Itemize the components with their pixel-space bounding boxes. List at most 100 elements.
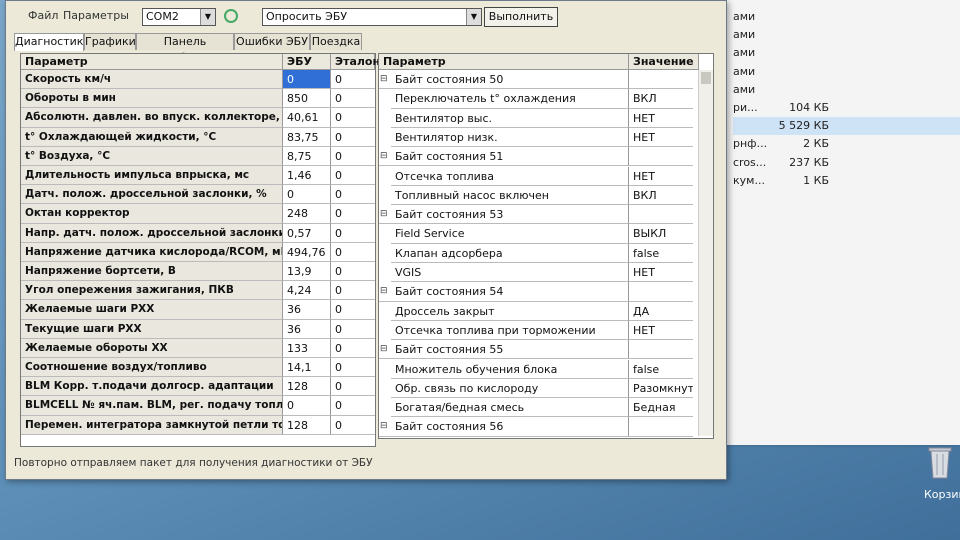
reference-value[interactable]: 0 (331, 89, 375, 109)
reference-value[interactable]: 0 (331, 319, 375, 339)
reference-value[interactable]: 0 (331, 262, 375, 282)
file-row[interactable]: ри... 104 КБ (733, 99, 960, 117)
table-row[interactable]: BLM Корр. т.подачи долгоср. адаптации 128… (21, 377, 375, 397)
file-row[interactable]: ами (733, 63, 960, 81)
file-row[interactable]: ами (733, 8, 960, 26)
ecu-value[interactable]: 0 (283, 396, 331, 416)
table-row[interactable]: t° Охлаждающей жидкости, °С 83,75 0 (21, 127, 375, 147)
scrollbar-thumb[interactable] (701, 72, 711, 84)
group-row[interactable]: ⊟ Байт состояния 53 (379, 205, 713, 225)
table-row[interactable]: Длительность импульса впрыска, мс 1,46 0 (21, 166, 375, 186)
column-header-param[interactable]: Параметр (21, 54, 283, 70)
menu-file[interactable]: Файл (28, 9, 58, 22)
recycle-bin-icon[interactable] (928, 445, 952, 479)
reference-value[interactable]: 0 (331, 281, 375, 301)
table-row[interactable]: Обороты в мин 850 0 (21, 89, 375, 109)
group-row[interactable]: ⊟ Байт состояния 55 (379, 340, 713, 360)
table-row[interactable]: t° Воздуха, °С 8,75 0 (21, 146, 375, 166)
table-row[interactable]: Октан корректор 248 0 (21, 204, 375, 224)
ecu-value[interactable]: 128 (283, 415, 331, 435)
tab-trip[interactable]: Поездка (310, 33, 362, 50)
tab-graphs[interactable]: Графики (84, 33, 136, 50)
table-row[interactable]: Отсечка топлива НЕТ (379, 166, 713, 186)
tab-ecu-errors[interactable]: Ошибки ЭБУ (234, 33, 310, 50)
ecu-value[interactable]: 8,75 (283, 146, 331, 166)
file-row[interactable]: ами (733, 26, 960, 44)
ecu-value[interactable]: 83,75 (283, 127, 331, 147)
ecu-value[interactable]: 128 (283, 377, 331, 397)
ecu-value[interactable]: 494,76 (283, 242, 331, 262)
table-row[interactable]: Желаемые шаги РХХ 36 0 (21, 300, 375, 320)
file-row[interactable]: ами (733, 44, 960, 62)
reference-value[interactable]: 0 (331, 396, 375, 416)
table-row[interactable]: Напряжение датчика кислорода/RCOM, мВ 494… (21, 242, 375, 262)
reference-value[interactable]: 0 (331, 166, 375, 186)
tab-diagnostics[interactable]: Диагностика (14, 33, 90, 51)
ecu-value[interactable]: 1,46 (283, 166, 331, 186)
ecu-value[interactable]: 0 (283, 70, 331, 90)
table-row[interactable]: Переключатель t° охлаждения ВКЛ (379, 89, 713, 109)
reference-value[interactable]: 0 (331, 223, 375, 243)
table-row[interactable]: Абсолютн. давлен. во впуск. коллекторе, … (21, 108, 375, 128)
reference-value[interactable]: 0 (331, 146, 375, 166)
ecu-value[interactable]: 13,9 (283, 262, 331, 282)
ecu-value[interactable]: 248 (283, 204, 331, 224)
group-row[interactable]: ⊟ Байт состояния 56 (379, 417, 713, 437)
table-row[interactable]: Желаемые обороты ХХ 133 0 (21, 338, 375, 358)
file-row[interactable]: кум... 1 КБ (733, 172, 960, 190)
column-header-ecu[interactable]: ЭБУ (283, 54, 331, 70)
refresh-icon[interactable] (224, 9, 238, 23)
table-row[interactable]: Угол опережения зажигания, ПКВ 4,24 0 (21, 281, 375, 301)
reference-value[interactable]: 0 (331, 377, 375, 397)
group-row[interactable]: ⊟ Байт состояния 54 (379, 282, 713, 302)
reference-value[interactable]: 0 (331, 127, 375, 147)
table-row[interactable]: Field Service ВЫКЛ (379, 224, 713, 244)
table-row[interactable]: Множитель обучения блока false (379, 359, 713, 379)
execute-button[interactable]: Выполнить (484, 7, 558, 27)
table-row[interactable]: Отсечка топлива при торможении НЕТ (379, 320, 713, 341)
column-header-ref[interactable]: Эталон (331, 54, 380, 70)
table-row[interactable]: Вентилятор выс. НЕТ (379, 108, 713, 128)
file-row[interactable]: 5 529 КБ (733, 117, 960, 136)
group-row[interactable]: ⊟ Байт состояния 51 (379, 147, 713, 167)
reference-value[interactable]: 0 (331, 204, 375, 224)
ecu-value[interactable]: 0 (283, 185, 331, 205)
ecu-value[interactable]: 0,57 (283, 223, 331, 243)
action-select[interactable]: Опросить ЭБУ ▼ (262, 8, 482, 26)
group-row[interactable]: ⊟ Байт состояния 50 (379, 70, 713, 90)
reference-value[interactable]: 0 (331, 70, 375, 90)
table-row[interactable]: Напр. датч. полож. дроссельной заслонки,… (21, 223, 375, 243)
table-row[interactable]: BLMCELL № яч.пам. BLM, рег. подачу топли… (21, 396, 375, 416)
ecu-value[interactable]: 133 (283, 338, 331, 358)
ecu-value[interactable]: 850 (283, 89, 331, 109)
table-row[interactable]: Клапан адсорбера false (379, 243, 713, 263)
ecu-value[interactable]: 4,24 (283, 281, 331, 301)
reference-value[interactable]: 0 (331, 338, 375, 358)
reference-value[interactable]: 0 (331, 358, 375, 378)
reference-value[interactable]: 0 (331, 415, 375, 435)
table-row[interactable]: Обр. связь по кислородуРазомкнута (379, 378, 713, 399)
reference-value[interactable]: 0 (331, 108, 375, 128)
ecu-value[interactable]: 36 (283, 319, 331, 339)
file-row[interactable]: ами (733, 81, 960, 99)
column-header-param[interactable]: Параметр (379, 54, 629, 70)
table-row[interactable]: Богатая/бедная смесь Бедная (379, 398, 713, 418)
table-row[interactable]: Соотношение воздух/топливо 14,1 0 (21, 358, 375, 378)
reference-value[interactable]: 0 (331, 242, 375, 262)
file-row[interactable]: cros... 237 КБ (733, 154, 960, 172)
table-row[interactable]: Скорость км/ч 0 0 (21, 70, 375, 90)
vertical-scrollbar[interactable] (698, 70, 713, 436)
menu-params[interactable]: Параметры (63, 9, 129, 22)
file-row[interactable]: рнф... 2 КБ (733, 135, 960, 153)
table-row[interactable]: Напряжение бортсети, В 13,9 0 (21, 262, 375, 282)
table-row[interactable]: Вентилятор низк. НЕТ (379, 127, 713, 148)
port-select[interactable]: COM2 ▼ (142, 8, 216, 26)
ecu-value[interactable]: 14,1 (283, 358, 331, 378)
tab-dashboard[interactable]: Панель приборов (136, 33, 234, 64)
reference-value[interactable]: 0 (331, 300, 375, 320)
table-row[interactable]: Перемен. интегратора замкнутой петли топ… (21, 415, 375, 435)
table-row[interactable]: Текущие шаги РХХ 36 0 (21, 319, 375, 339)
ecu-value[interactable]: 40,61 (283, 108, 331, 128)
column-header-value[interactable]: Значение (629, 54, 699, 70)
table-row[interactable]: Топливный насос включен ВКЛ (379, 185, 713, 206)
